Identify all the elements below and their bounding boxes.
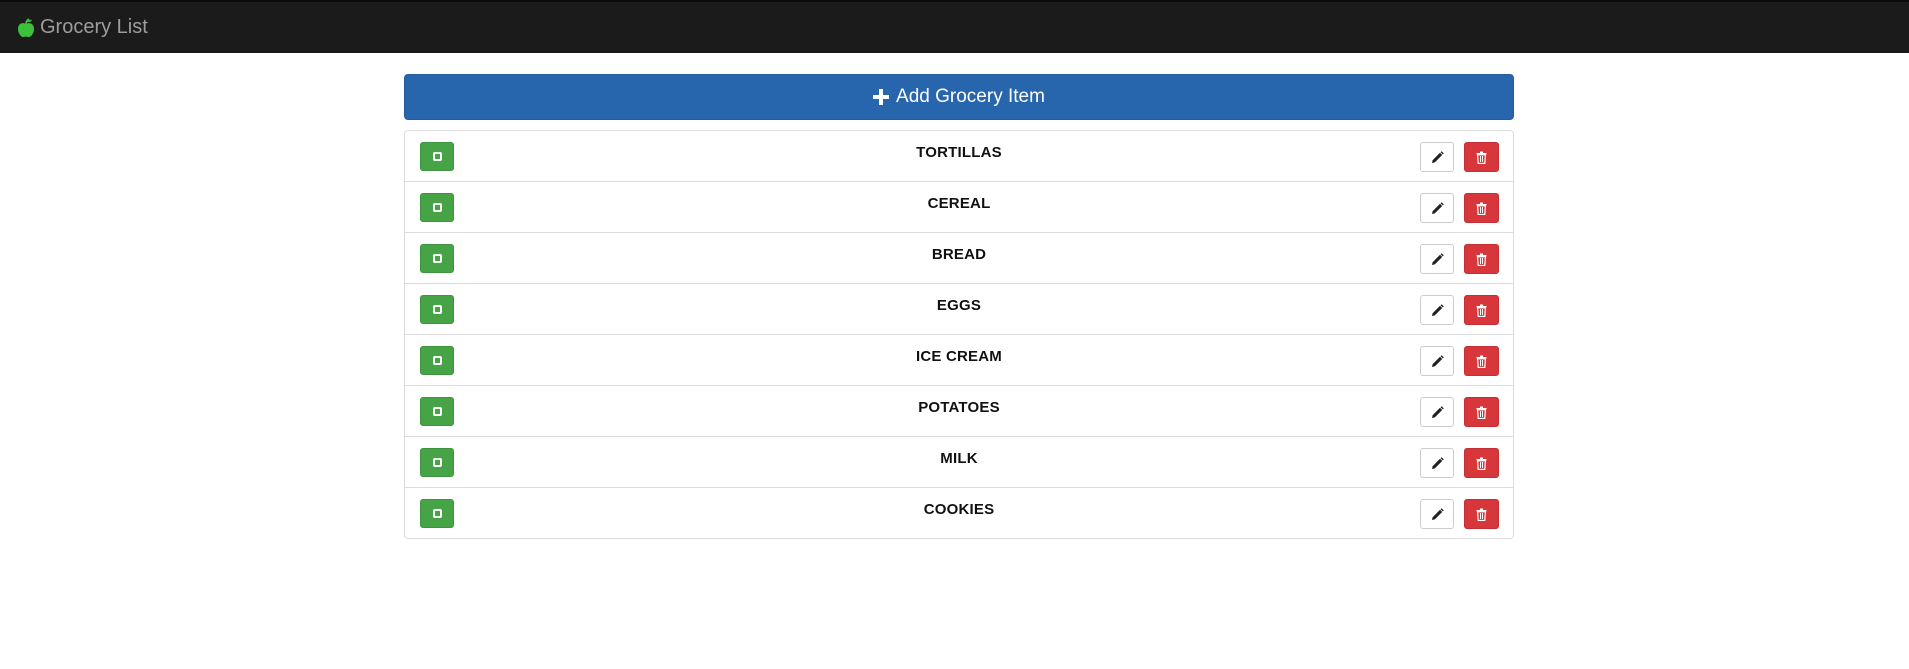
apple-icon bbox=[18, 17, 34, 37]
grocery-item-row: ICE CREAM bbox=[405, 334, 1513, 385]
grocery-item-row: TORTILLAS bbox=[405, 131, 1513, 181]
delete-item-button[interactable] bbox=[1464, 499, 1499, 529]
plus-icon bbox=[873, 89, 890, 105]
trash-icon bbox=[1476, 406, 1487, 419]
edit-item-button[interactable] bbox=[1420, 142, 1454, 172]
grocery-item-row: CEREAL bbox=[405, 181, 1513, 232]
edit-item-button[interactable] bbox=[1420, 346, 1454, 376]
delete-item-button[interactable] bbox=[1464, 244, 1499, 274]
edit-item-button[interactable] bbox=[1420, 193, 1454, 223]
grocery-item-row: COOKIES bbox=[405, 487, 1513, 538]
pencil-icon bbox=[1431, 201, 1444, 214]
pencil-icon bbox=[1431, 354, 1444, 367]
grocery-item-row: POTATOES bbox=[405, 385, 1513, 436]
trash-icon bbox=[1476, 202, 1487, 215]
grocery-item-name: EGGS bbox=[936, 297, 982, 314]
main-container: Add Grocery Item TORTILLAS CEREAL BREAD EGG… bbox=[404, 74, 1514, 539]
delete-item-button[interactable] bbox=[1464, 142, 1499, 172]
grocery-item-name: ICE CREAM bbox=[916, 348, 1002, 365]
pencil-icon bbox=[1431, 456, 1444, 469]
navbar: Grocery List bbox=[0, 0, 1909, 53]
delete-item-button[interactable] bbox=[1464, 295, 1499, 325]
trash-icon bbox=[1476, 253, 1487, 266]
grocery-item-row: BREAD bbox=[405, 232, 1513, 283]
trash-icon bbox=[1476, 304, 1487, 317]
delete-item-button[interactable] bbox=[1464, 448, 1499, 478]
grocery-item-name: CEREAL bbox=[927, 195, 991, 212]
trash-icon bbox=[1476, 457, 1487, 470]
delete-item-button[interactable] bbox=[1464, 397, 1499, 427]
pencil-icon bbox=[1431, 405, 1444, 418]
delete-item-button[interactable] bbox=[1464, 346, 1499, 376]
trash-icon bbox=[1476, 151, 1487, 164]
trash-icon bbox=[1476, 508, 1487, 521]
edit-item-button[interactable] bbox=[1420, 499, 1454, 529]
grocery-item-name: COOKIES bbox=[923, 501, 995, 518]
brand-label: Grocery List bbox=[40, 16, 148, 38]
grocery-item-name: TORTILLAS bbox=[916, 144, 1002, 161]
trash-icon bbox=[1476, 355, 1487, 368]
add-button-label: Add Grocery Item bbox=[896, 86, 1045, 107]
pencil-icon bbox=[1431, 252, 1444, 265]
grocery-list: TORTILLAS CEREAL BREAD EGGS ICE CREAM POTATOE… bbox=[404, 130, 1514, 539]
add-grocery-item-button[interactable]: Add Grocery Item bbox=[404, 74, 1514, 120]
grocery-item-name: MILK bbox=[940, 450, 978, 467]
grocery-item-row: MILK bbox=[405, 436, 1513, 487]
grocery-item-name: BREAD bbox=[931, 246, 987, 263]
grocery-item-row: EGGS bbox=[405, 283, 1513, 334]
delete-item-button[interactable] bbox=[1464, 193, 1499, 223]
grocery-item-name: POTATOES bbox=[918, 399, 1000, 416]
navbar-brand[interactable]: Grocery List bbox=[17, 16, 148, 39]
edit-item-button[interactable] bbox=[1420, 448, 1454, 478]
edit-item-button[interactable] bbox=[1420, 244, 1454, 274]
pencil-icon bbox=[1431, 507, 1444, 520]
pencil-icon bbox=[1431, 303, 1444, 316]
pencil-icon bbox=[1431, 150, 1444, 163]
edit-item-button[interactable] bbox=[1420, 397, 1454, 427]
edit-item-button[interactable] bbox=[1420, 295, 1454, 325]
